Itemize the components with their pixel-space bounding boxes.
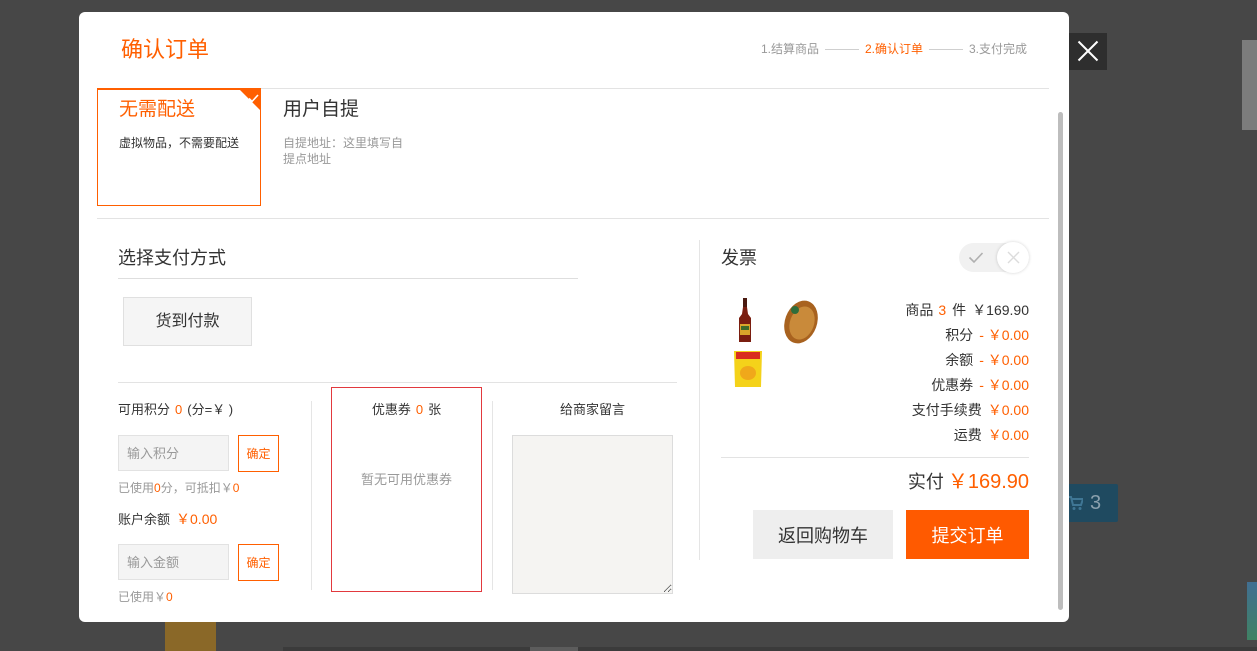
volume-meter <box>1247 582 1257 640</box>
summary-label: 运费 <box>953 427 982 443</box>
used-balance-value: 0 <box>166 590 173 604</box>
points-used-hint: 已使用0分，可抵扣￥0 <box>118 480 239 496</box>
summary-goods-row: 商品 3 件 ￥169.90 <box>905 298 1029 323</box>
goods-amount: ￥169.90 <box>972 302 1029 318</box>
delivery-option-desc: 自提地址：这里填写自提点地址 <box>283 136 404 166</box>
summary-amount: - ￥0.00 <box>979 352 1029 368</box>
divider <box>118 278 578 279</box>
page-scrollbar <box>1242 40 1257 130</box>
page-bottom-bar <box>283 647 1257 651</box>
payment-method-heading: 选择支付方式 <box>118 248 226 268</box>
snack-bag-image <box>732 348 764 390</box>
coconut-image <box>780 298 822 346</box>
close-dialog-button[interactable] <box>1069 33 1107 70</box>
summary-amount: ￥0.00 <box>987 402 1029 418</box>
coupon-unit: 张 <box>428 402 442 417</box>
step-connector <box>824 48 859 50</box>
balance-confirm-button[interactable]: 确定 <box>238 544 279 581</box>
delivery-option-desc: 虚拟物品，不需要配送 <box>119 136 240 150</box>
invoice-label: 发票 <box>721 248 757 268</box>
divider <box>118 382 677 383</box>
total-label: 实付 <box>907 472 944 492</box>
deduct-amount-value: 0 <box>232 481 240 495</box>
coupon-empty-text: 暂无可用优惠券 <box>360 472 452 487</box>
coupon-panel[interactable]: 优惠券 0 张 暂无可用优惠券 <box>331 387 482 592</box>
step-connector <box>928 48 963 50</box>
balance-value: ￥0.00 <box>176 511 218 527</box>
check-icon <box>248 90 259 103</box>
summary-label: 商品 <box>905 302 934 318</box>
vertical-divider <box>492 401 493 590</box>
total-payable: 实付 ￥169.90 <box>908 468 1029 498</box>
background-product-thumbnail <box>165 622 216 651</box>
toggle-knob <box>997 242 1029 273</box>
delivery-option-no-shipping[interactable]: 无需配送 虚拟物品，不需要配送 <box>97 88 261 206</box>
coupon-label: 优惠券 <box>371 402 411 417</box>
points-input[interactable] <box>118 435 229 471</box>
hint-text: 分，可抵扣￥ <box>160 481 233 495</box>
page-bottom-bar-segment <box>530 647 578 651</box>
points-label: 可用积分 <box>118 402 171 417</box>
cart-count: 3 <box>1090 492 1102 514</box>
step-settle-goods: 1.结算商品 <box>760 42 819 56</box>
divider <box>721 457 1029 458</box>
delivery-option-self-pickup[interactable]: 用户自提 自提地址：这里填写自提点地址 <box>261 88 425 206</box>
summary-label: 积分 <box>945 327 974 343</box>
available-points: 可用积分 0 (分=￥ ) <box>118 402 233 418</box>
summary-label: 余额 <box>945 352 974 368</box>
bottle-image <box>735 298 755 344</box>
total-amount: ￥169.90 <box>947 471 1029 493</box>
hint-text: 已使用 <box>118 481 155 495</box>
step-confirm-order: 2.确认订单 <box>864 42 923 56</box>
account-balance: 账户余额 ￥0.00 <box>118 511 217 528</box>
summary-shipping-row: 运费 ￥0.00 <box>905 423 1029 448</box>
balance-label: 账户余额 <box>118 512 171 527</box>
summary-amount: - ￥0.00 <box>979 377 1029 393</box>
summary-label: 优惠券 <box>931 377 974 393</box>
seller-message-textarea[interactable] <box>512 435 673 594</box>
summary-points-row: 积分 - ￥0.00 <box>905 323 1029 348</box>
points-rate: (分=￥ ) <box>187 402 234 417</box>
coupon-header: 优惠券 0 张 <box>332 402 481 418</box>
invoice-toggle[interactable] <box>959 242 1029 273</box>
summary-amount: - ￥0.00 <box>979 327 1029 343</box>
check-icon <box>968 251 984 264</box>
balance-used-hint: 已使用￥0 <box>118 589 173 605</box>
summary-fee-row: 支付手续费 ￥0.00 <box>905 398 1029 423</box>
dialog-title: 确认订单 <box>121 37 210 62</box>
confirm-order-dialog: 确认订单 1.结算商品 2.确认订单 3.支付完成 无需配送 虚拟物品，不需要配… <box>79 12 1069 622</box>
balance-input[interactable] <box>118 544 229 580</box>
payment-method-cod[interactable]: 货到付款 <box>123 297 252 346</box>
close-icon <box>1007 251 1020 264</box>
close-icon <box>1069 33 1107 70</box>
summary-balance-row: 余额 - ￥0.00 <box>905 348 1029 373</box>
delivery-option-title: 无需配送 <box>119 99 196 120</box>
summary-amount: ￥0.00 <box>987 427 1029 443</box>
used-points-value: 0 <box>154 481 161 495</box>
divider <box>97 218 1049 219</box>
dialog-scrollbar[interactable] <box>1058 112 1063 610</box>
summary-label: 支付手续费 <box>911 402 982 418</box>
vertical-divider <box>311 401 312 590</box>
submit-order-button[interactable]: 提交订单 <box>906 510 1029 559</box>
delivery-option-title: 用户自提 <box>283 99 360 120</box>
coupon-count: 0 <box>415 402 424 417</box>
summary-coupon-row: 优惠券 - ￥0.00 <box>905 373 1029 398</box>
cart-icon <box>1067 495 1085 511</box>
seller-message-label: 给商家留言 <box>559 402 625 417</box>
order-summary: 商品 3 件 ￥169.90 积分 - ￥0.00 余额 - ￥0.00 优惠券 - ￥0.… <box>905 298 1029 448</box>
points-available-value: 0 <box>175 402 183 417</box>
points-confirm-button[interactable]: 确定 <box>238 435 279 472</box>
vertical-divider <box>699 240 700 560</box>
goods-unit: 件 <box>952 302 967 318</box>
back-to-cart-button[interactable]: 返回购物车 <box>753 510 893 559</box>
hint-text: 已使用￥ <box>118 590 167 604</box>
order-steps: 1.结算商品 2.确认订单 3.支付完成 <box>761 41 1027 57</box>
step-payment-complete: 3.支付完成 <box>968 42 1027 56</box>
goods-count: 3 <box>938 302 947 318</box>
